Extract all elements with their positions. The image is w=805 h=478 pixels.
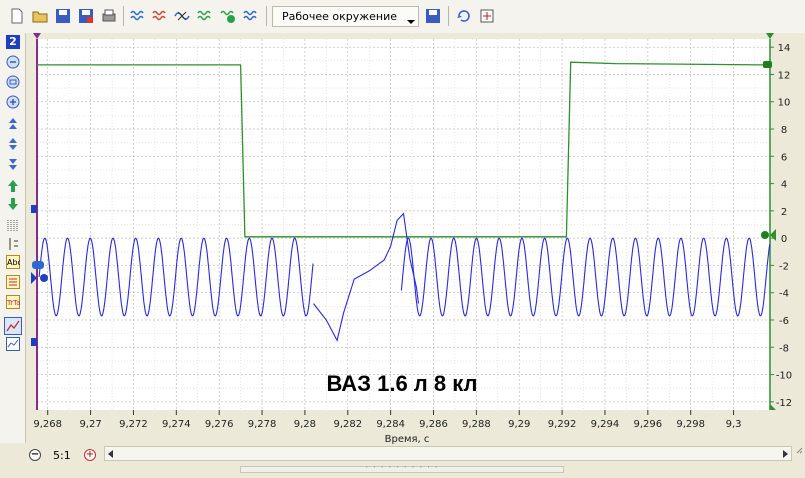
- left-range-marker-bottom-icon: [31, 338, 37, 346]
- y-tick-label: 4: [781, 180, 787, 191]
- scroll-updown-icon[interactable]: [6, 137, 20, 151]
- blue-channel-point-icon: [40, 274, 48, 282]
- refresh-icon[interactable]: [456, 8, 472, 24]
- x-tick-label: 9,288: [462, 419, 491, 430]
- y-tick-label: -4: [779, 289, 789, 300]
- bottom-bar: − 5:1 + · · · · · · · · · ·: [0, 444, 805, 478]
- green-channel-point-icon: [761, 231, 769, 239]
- print-icon[interactable]: [101, 8, 117, 24]
- x-tick-label: 9,284: [376, 419, 405, 430]
- x-tick-label: 9,28: [294, 419, 316, 430]
- zoom-fit-icon[interactable]: [6, 75, 20, 89]
- y-tick-label: 8: [781, 125, 787, 136]
- zoom-level-badge[interactable]: 2: [6, 35, 20, 49]
- waveform-cross-icon[interactable]: [174, 8, 190, 24]
- zoom-in-icon[interactable]: [6, 95, 20, 109]
- y-tick-label: -10: [776, 371, 792, 382]
- y-tick-label: 2: [781, 207, 787, 218]
- resize-grip-icon[interactable]: [796, 447, 803, 454]
- left-toolbar: 2 Abc TrTa: [0, 33, 26, 443]
- minus-icon: −: [30, 449, 40, 460]
- arrow-down-green-icon[interactable]: [6, 197, 20, 211]
- horizontal-scrollbar[interactable]: [104, 446, 792, 461]
- y-tick-label: -6: [779, 316, 789, 327]
- cursor-toggle-icon[interactable]: [6, 237, 20, 251]
- grid-toggle-icon[interactable]: [6, 219, 20, 233]
- blue-channel-handle-icon[interactable]: [32, 261, 44, 269]
- environment-dropdown[interactable]: Рабочее окружение: [272, 6, 419, 27]
- x-tick-label: 9,272: [119, 419, 148, 430]
- x-tick-label: 9,294: [591, 419, 620, 430]
- oscilloscope-chart[interactable]: 9,268 9,27 9,272 9,274 9,276 9,278 9,28 9,282 9,…: [26, 33, 805, 444]
- scroll-up-fast-icon[interactable]: [6, 117, 20, 131]
- scroll-down-fast-icon[interactable]: [6, 157, 20, 171]
- scroll-left-icon[interactable]: [108, 450, 113, 458]
- waveform-icon[interactable]: [130, 8, 146, 24]
- main-toolbar: Рабочее окружение: [0, 0, 805, 34]
- green-channel-handle-icon[interactable]: [763, 61, 772, 68]
- waveform-check-icon[interactable]: [197, 8, 213, 24]
- open-folder-icon[interactable]: [32, 8, 48, 24]
- x-tick-label: 9,298: [676, 419, 705, 430]
- grip-dots-icon: · · · · · · · · · ·: [365, 463, 439, 473]
- y-tick-label: 0: [781, 234, 787, 245]
- waveform-number-icon[interactable]: [220, 8, 236, 24]
- waveform-plus-icon[interactable]: [243, 8, 259, 24]
- x-tick-label: 9,278: [248, 419, 277, 430]
- y-tick-label: -8: [779, 343, 789, 354]
- channel-label-icon[interactable]: TrTa: [6, 295, 20, 309]
- x-tick-label: 9,286: [419, 419, 448, 430]
- save-icon[interactable]: [55, 8, 71, 24]
- environment-dropdown-label: Рабочее окружение: [281, 10, 398, 23]
- svg-text:Abc: Abc: [7, 258, 20, 267]
- y-tick-label: 14: [778, 43, 791, 54]
- time-scale-label: 5:1: [53, 449, 71, 462]
- x-tick-label: 9,274: [162, 419, 191, 430]
- scroll-right-icon[interactable]: [783, 450, 788, 458]
- waveform-alt-icon[interactable]: [152, 8, 168, 24]
- list-icon[interactable]: [6, 275, 20, 289]
- zoom-out-icon[interactable]: [6, 55, 20, 69]
- chart-view-alt-icon[interactable]: [6, 337, 20, 351]
- chevron-down-icon: [407, 20, 415, 24]
- new-file-icon[interactable]: [9, 8, 25, 24]
- save-environment-icon[interactable]: [425, 8, 441, 24]
- splitter-grip[interactable]: · · · · · · · · · ·: [240, 463, 564, 473]
- y-tick-label: 10: [778, 98, 791, 109]
- x-tick-label: 9,27: [79, 419, 101, 430]
- chart-annotation: ВАЗ 1.6 л 8 кл: [327, 371, 478, 396]
- x-tick-label: 9,3: [726, 419, 742, 430]
- x-tick-label: 9,268: [33, 419, 62, 430]
- text-label-icon[interactable]: Abc: [6, 255, 20, 269]
- x-tick-label: 9,296: [634, 419, 663, 430]
- zoom-out-time-button[interactable]: −: [29, 449, 41, 461]
- y-tick-label: 12: [778, 70, 791, 81]
- x-tick-label: 9,29: [508, 419, 530, 430]
- svg-text:TrTa: TrTa: [6, 299, 20, 307]
- y-tick-label: 6: [781, 152, 787, 163]
- x-tick-label: 9,276: [205, 419, 234, 430]
- plus-icon: +: [85, 449, 95, 460]
- fit-window-icon[interactable]: [479, 8, 495, 24]
- y-tick-label: -12: [776, 398, 792, 409]
- x-tick-label: 9,292: [548, 419, 577, 430]
- left-range-marker-icon: [31, 205, 37, 213]
- save-as-icon[interactable]: [78, 8, 94, 24]
- x-axis-label: Время, с: [385, 434, 430, 444]
- chart-view-icon[interactable]: [4, 317, 22, 335]
- arrow-up-green-icon[interactable]: [6, 179, 20, 193]
- x-tick-label: 9,282: [333, 419, 362, 430]
- y-tick-label: -2: [779, 261, 789, 272]
- zoom-in-time-button[interactable]: +: [84, 449, 96, 461]
